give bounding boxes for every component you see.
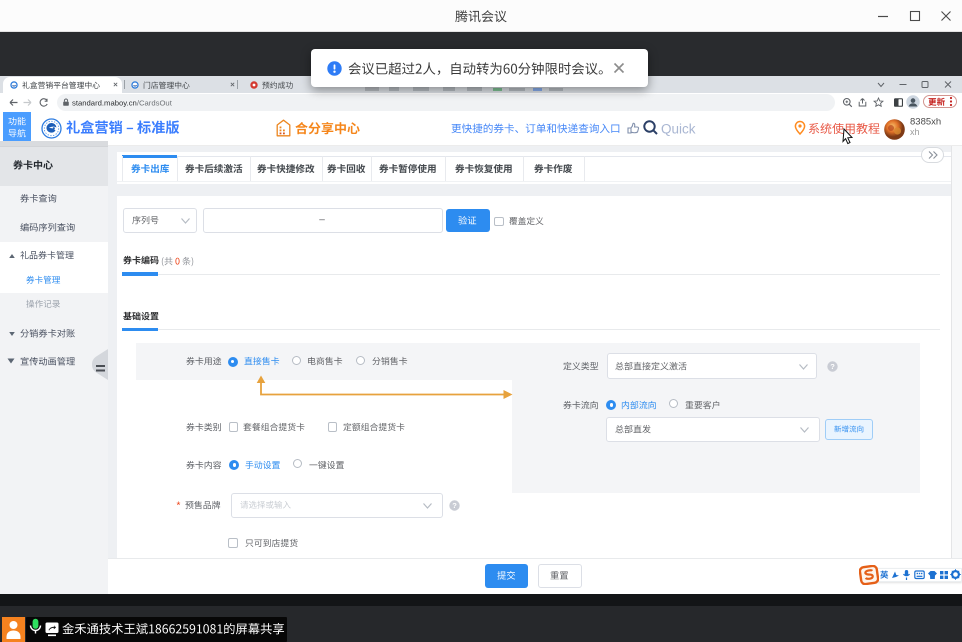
- svg-text:?: ?: [452, 501, 457, 510]
- svg-text:?: ?: [830, 362, 835, 371]
